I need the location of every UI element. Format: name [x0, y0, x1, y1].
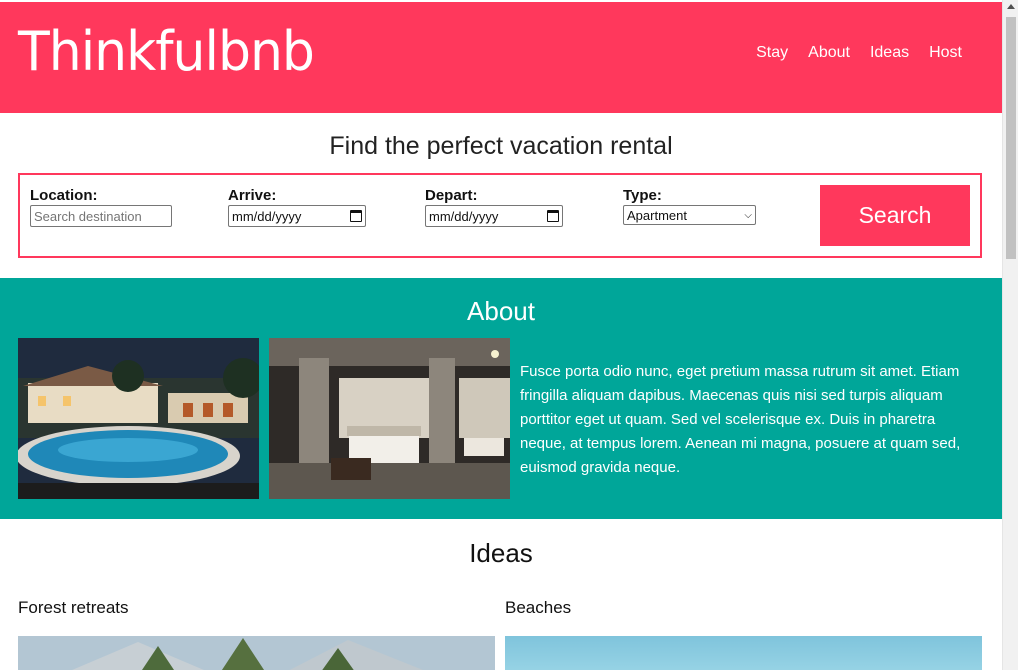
- about-text: Fusce porta odio nunc, eget pretium mass…: [520, 363, 961, 476]
- scrollbar-thumb[interactable]: [1006, 17, 1016, 259]
- beach-photo[interactable]: [505, 636, 982, 670]
- forest-retreat-photo[interactable]: [18, 636, 495, 670]
- type-label: Type:: [623, 187, 662, 204]
- idea-label-beaches[interactable]: Beaches: [505, 598, 571, 618]
- depart-date-input[interactable]: mm/dd/yyyy: [425, 205, 563, 227]
- type-field: Type: Apartment ⌵: [623, 187, 756, 225]
- villa-pool-photo: [18, 338, 259, 499]
- depart-label: Depart:: [425, 187, 478, 204]
- type-select[interactable]: Apartment ⌵: [623, 205, 756, 225]
- search-form: Location: Search destination Arrive: mm/…: [18, 173, 982, 258]
- type-select-value: Apartment: [627, 207, 687, 223]
- scroll-up-arrow-icon[interactable]: [1007, 4, 1015, 9]
- nav-link-host[interactable]: Host: [929, 44, 962, 62]
- search-title: Find the perfect vacation rental: [329, 132, 673, 160]
- depart-date-value: mm/dd/yyyy: [429, 208, 499, 224]
- location-placeholder: Search destination: [34, 208, 142, 224]
- loft-bedroom-photo: [269, 338, 510, 499]
- page: Thinkfulbnb Stay About Ideas Host Find t…: [0, 0, 1002, 670]
- location-input[interactable]: Search destination: [30, 205, 172, 227]
- nav-link-about[interactable]: About: [808, 44, 850, 62]
- ideas-title: Ideas: [469, 538, 533, 568]
- arrive-date-value: mm/dd/yyyy: [232, 208, 302, 224]
- about-section: About Fusce porta odio nunc, eget pretiu…: [0, 278, 1002, 519]
- depart-field: Depart: mm/dd/yyyy: [425, 187, 563, 227]
- location-label: Location:: [30, 187, 98, 204]
- search-button[interactable]: Search: [820, 185, 970, 246]
- forest-illustration: [18, 636, 495, 670]
- calendar-icon[interactable]: [350, 210, 362, 222]
- location-field: Location: Search destination: [30, 187, 172, 227]
- arrive-label: Arrive:: [228, 187, 277, 204]
- arrive-field: Arrive: mm/dd/yyyy: [228, 187, 366, 227]
- about-title: About: [467, 296, 535, 326]
- nav-link-ideas[interactable]: Ideas: [870, 44, 909, 62]
- loft-bedroom-illustration: [269, 338, 510, 499]
- site-logo[interactable]: Thinkfulbnb: [18, 21, 315, 84]
- nav-link-stay[interactable]: Stay: [756, 44, 788, 62]
- site-header: Thinkfulbnb Stay About Ideas Host: [0, 2, 1002, 113]
- villa-pool-illustration: [18, 338, 259, 499]
- idea-label-forest[interactable]: Forest retreats: [18, 598, 129, 618]
- calendar-icon[interactable]: [547, 210, 559, 222]
- chevron-down-icon: ⌵: [744, 209, 752, 221]
- vertical-scrollbar[interactable]: [1002, 0, 1018, 670]
- main-nav: Stay About Ideas Host: [756, 44, 962, 62]
- arrive-date-input[interactable]: mm/dd/yyyy: [228, 205, 366, 227]
